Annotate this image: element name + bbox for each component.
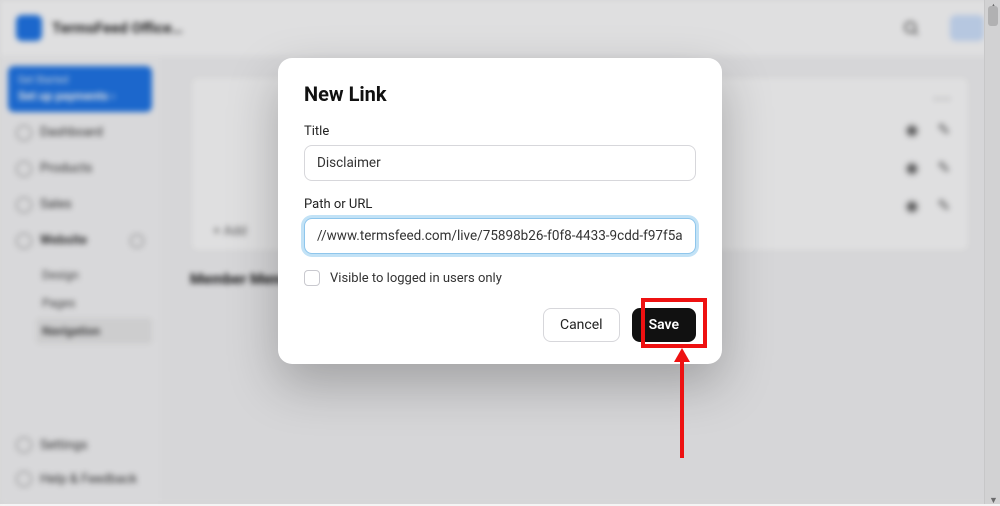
title-input[interactable]	[304, 145, 696, 181]
visible-logged-in-checkbox[interactable]	[304, 270, 320, 286]
new-link-modal: New Link Title Path or URL Visible to lo…	[278, 58, 722, 364]
path-label: Path or URL	[304, 197, 696, 212]
cancel-button[interactable]: Cancel	[543, 308, 620, 342]
modal-overlay: New Link Title Path or URL Visible to lo…	[0, 0, 1000, 504]
visible-logged-in-row[interactable]: Visible to logged in users only	[304, 270, 696, 286]
modal-title: New Link	[304, 82, 696, 106]
path-url-input[interactable]	[304, 218, 696, 254]
title-label: Title	[304, 124, 696, 139]
visible-logged-in-label: Visible to logged in users only	[330, 271, 502, 286]
save-button[interactable]: Save	[632, 308, 696, 342]
